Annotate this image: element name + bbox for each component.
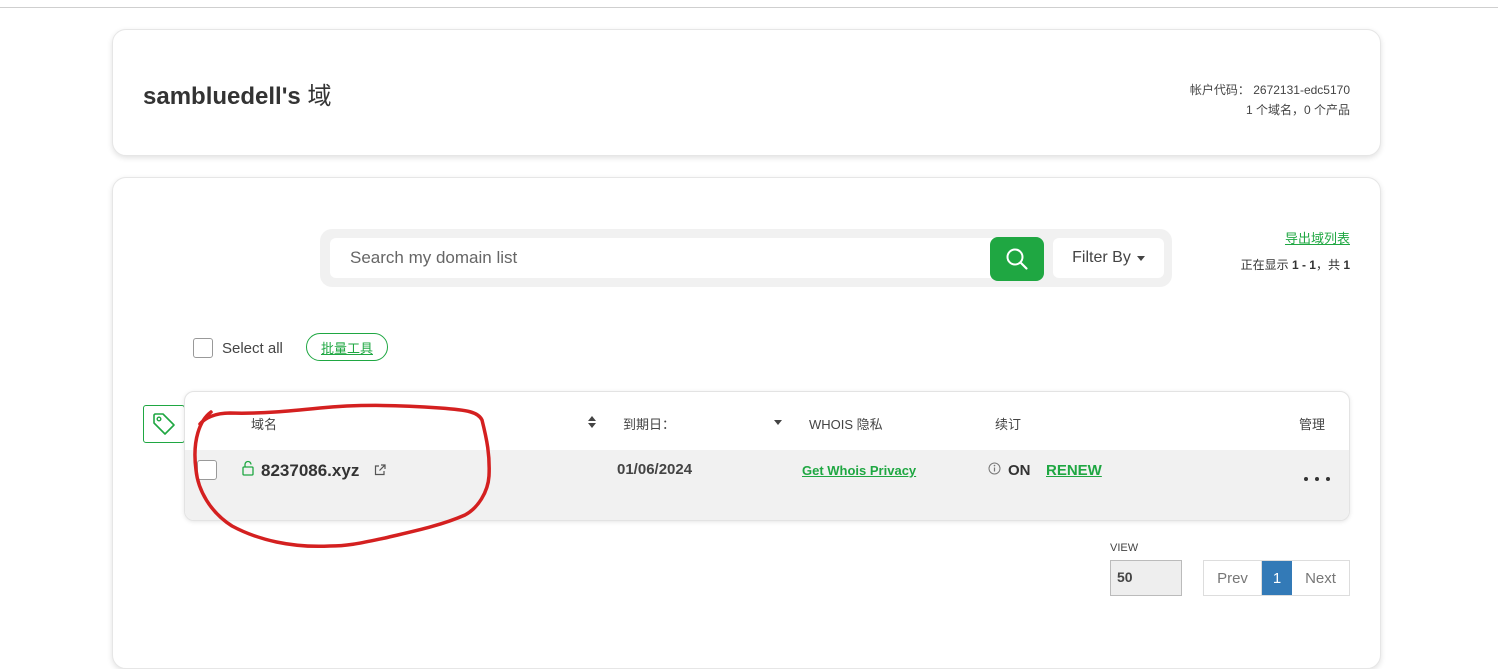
expiry-date: 01/06/2024	[617, 461, 693, 478]
domain-list-card: Filter By 导出域列表 正在显示 1 - 1，共 1 Select al…	[112, 177, 1381, 669]
page-title: sambluedell's 域	[143, 76, 331, 111]
domain-name[interactable]: 8237086.xyz	[261, 461, 359, 481]
renew-link[interactable]: RENEW	[1046, 462, 1102, 479]
more-icon[interactable]	[1304, 472, 1330, 486]
current-page-button[interactable]: 1	[1262, 561, 1292, 595]
bulk-tools-button[interactable]: 批量工具	[306, 333, 388, 361]
filter-by-dropdown[interactable]: Filter By	[1053, 238, 1164, 278]
row-checkbox[interactable]	[197, 460, 217, 480]
select-all-checkbox[interactable]	[193, 338, 213, 358]
filter-label: Filter By	[1072, 249, 1131, 266]
per-page-select[interactable]: 50	[1110, 560, 1182, 596]
sort-icon[interactable]	[587, 416, 597, 428]
pagination: Prev 1 Next	[1203, 560, 1350, 596]
header-renewal: 续订	[995, 417, 1022, 432]
title-suffix: 域	[307, 83, 332, 110]
external-link-icon[interactable]	[374, 464, 386, 476]
header-domain[interactable]: 域名	[251, 414, 277, 433]
info-icon[interactable]	[988, 462, 1001, 475]
export-domain-list-link[interactable]: 导出域列表	[1285, 228, 1350, 247]
sort-icon[interactable]	[773, 419, 783, 426]
select-all-label: Select all	[222, 339, 283, 357]
tag-icon	[153, 413, 175, 435]
account-header-card: sambluedell's 域 帐户代码： 2672131-edc5170 1 …	[112, 29, 1381, 156]
header-expires[interactable]: 到期日：	[623, 414, 675, 433]
search-button[interactable]	[990, 237, 1044, 281]
lock-icon	[242, 460, 254, 476]
table-row: 8237086.xyz 01/06/2024 Get Whois Privacy…	[185, 450, 1349, 520]
search-icon	[1006, 248, 1028, 270]
prev-page-button[interactable]: Prev	[1204, 561, 1262, 595]
search-bar: Filter By	[320, 229, 1172, 287]
account-code: 帐户代码： 2672131-edc5170	[1189, 83, 1350, 97]
table-header: 域名 到期日： WHOIS 隐私 续订 管理	[185, 392, 1349, 450]
auto-renew-status: ON	[1008, 462, 1031, 479]
header-manage: 管理	[1299, 417, 1326, 432]
next-page-button[interactable]: Next	[1292, 561, 1349, 595]
account-name: sambluedell's	[143, 83, 301, 110]
caret-down-icon	[1136, 255, 1145, 261]
select-all[interactable]: Select all	[193, 338, 283, 358]
account-summary: 1 个域名，0 个产品	[1245, 103, 1350, 117]
view-label: VIEW	[1110, 542, 1139, 554]
account-meta: 帐户代码： 2672131-edc5170 1 个域名，0 个产品	[1190, 80, 1350, 120]
header-whois: WHOIS 隐私	[809, 417, 883, 432]
get-whois-privacy-link[interactable]: Get Whois Privacy	[802, 463, 916, 478]
showing-count: 正在显示 1 - 1，共 1	[1240, 258, 1350, 272]
search-input[interactable]	[330, 238, 1020, 278]
top-divider	[0, 7, 1498, 8]
tag-button[interactable]	[143, 405, 185, 443]
domain-table: 域名 到期日： WHOIS 隐私 续订 管理 8237086.xyz 01/06…	[184, 391, 1350, 521]
